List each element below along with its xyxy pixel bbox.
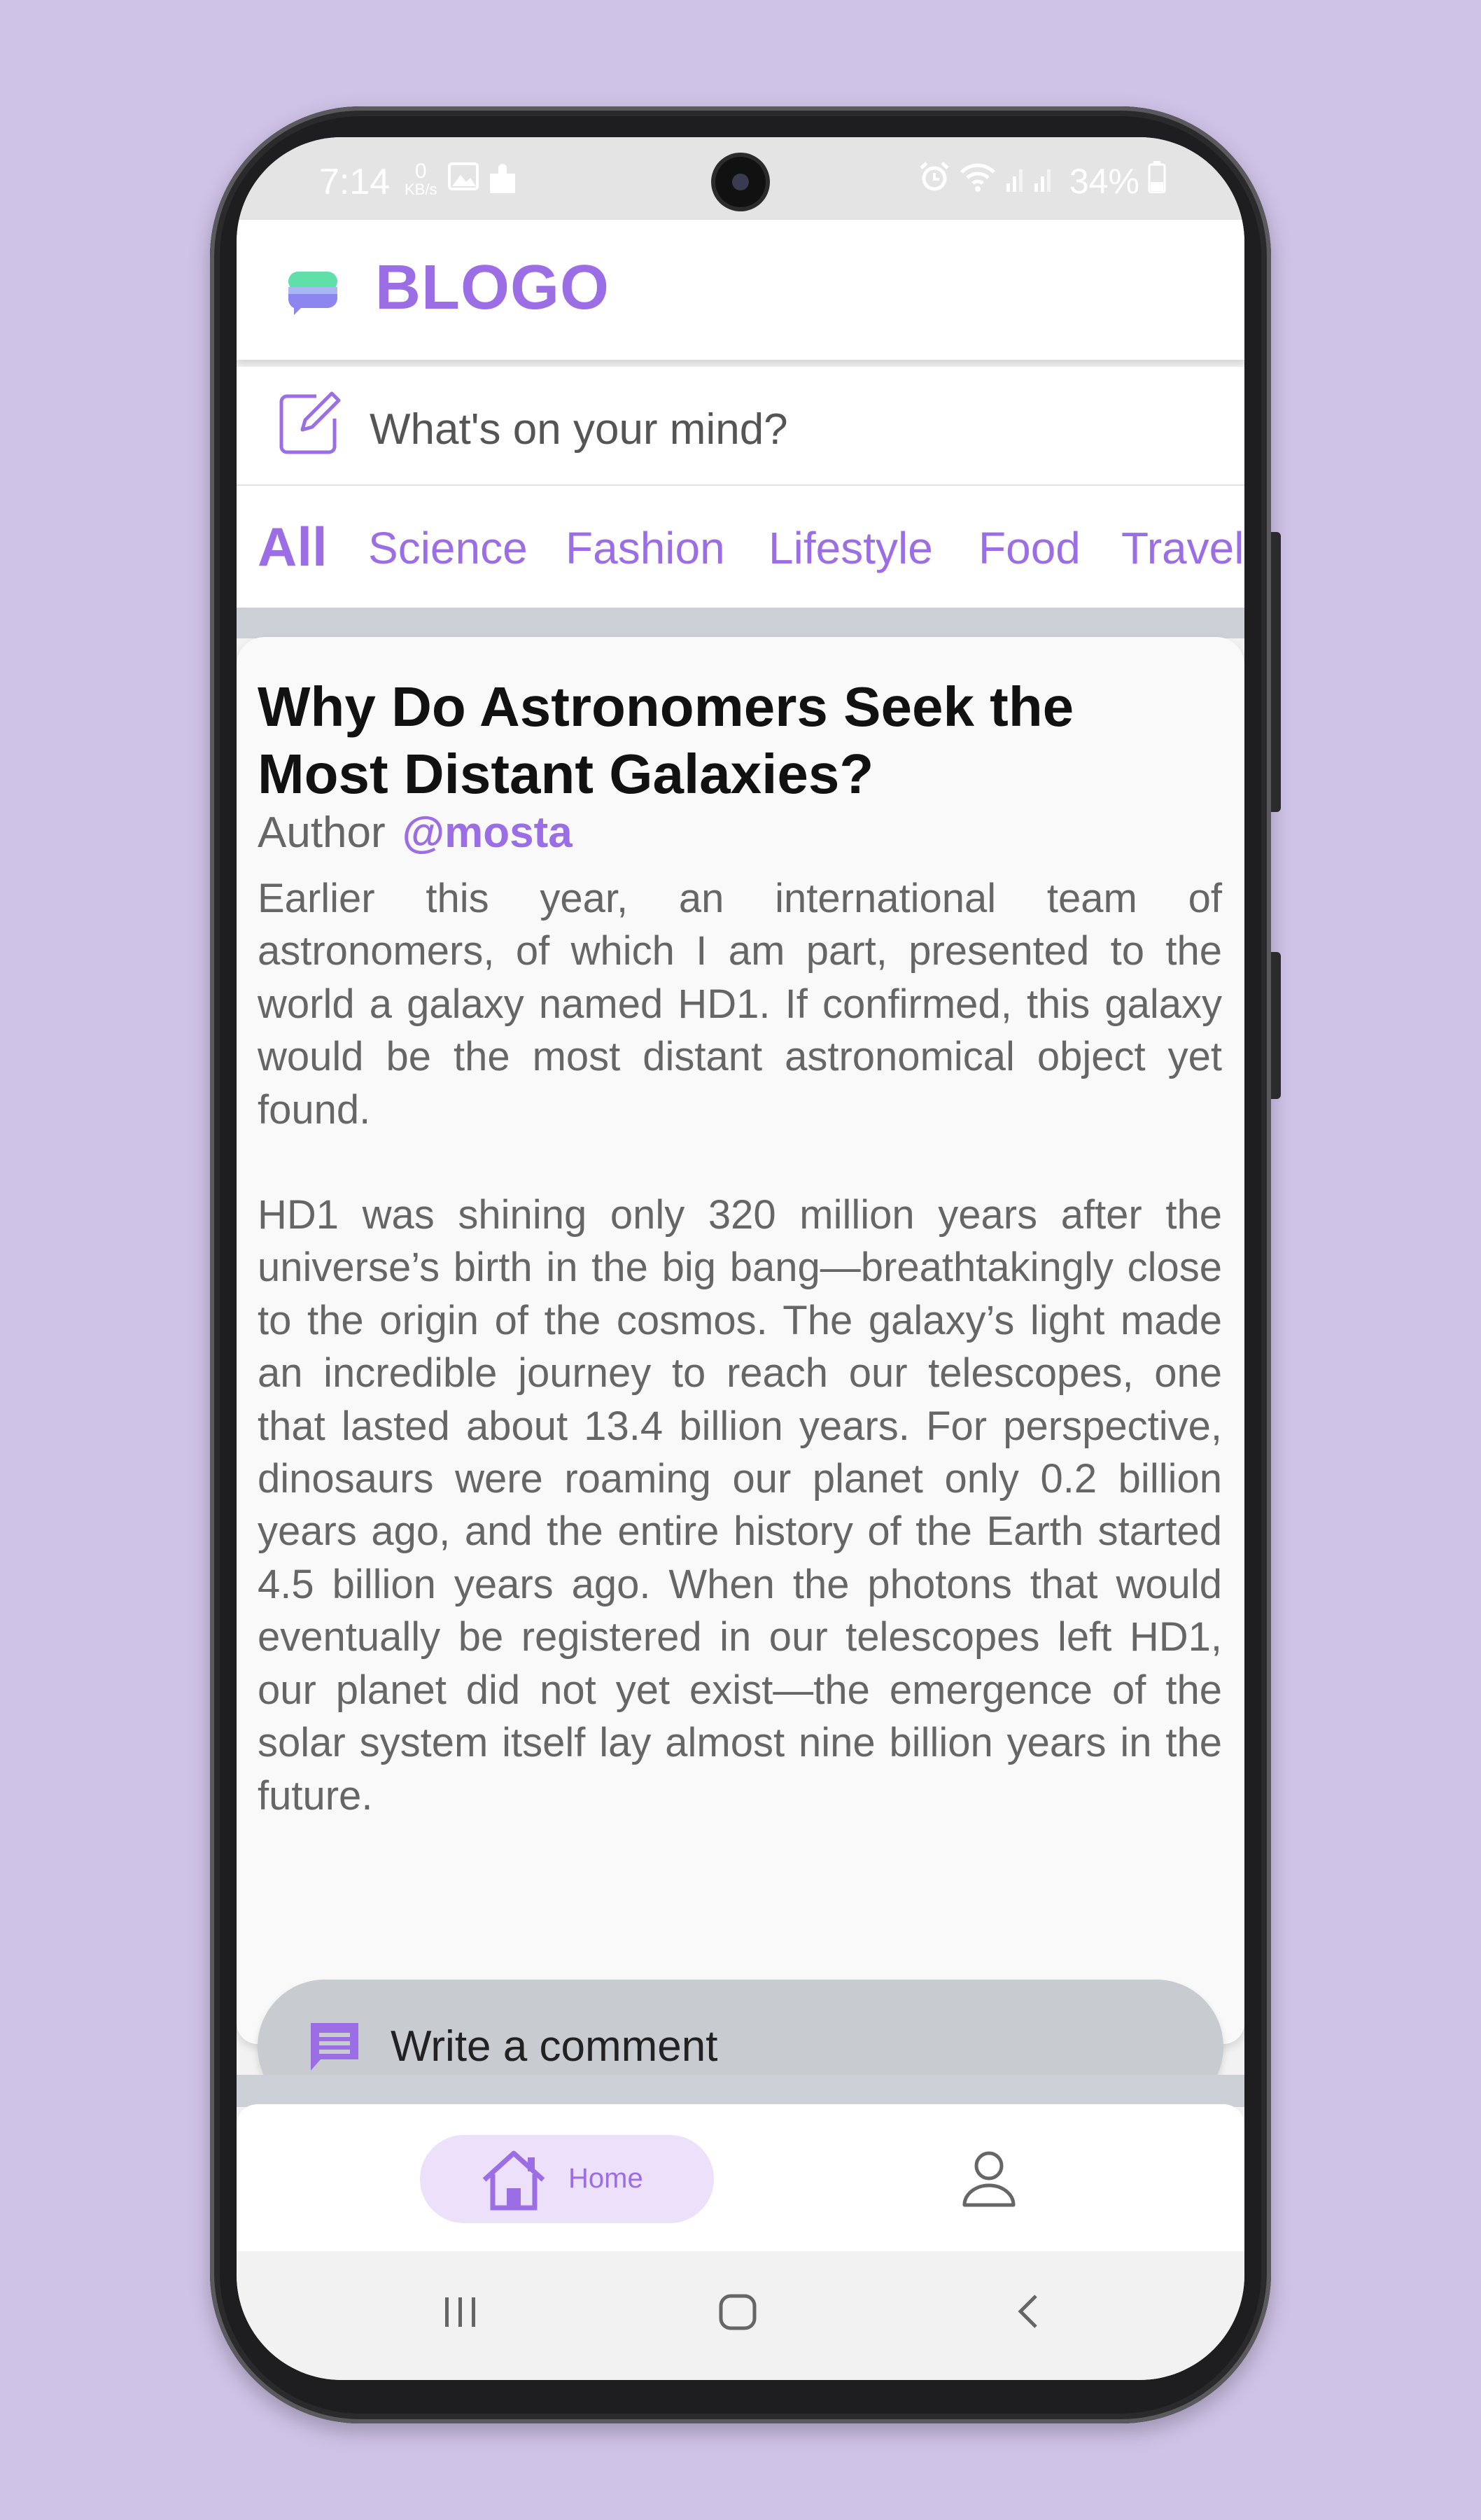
status-right: 34%	[918, 161, 1166, 202]
nav-profile-icon[interactable]	[957, 2146, 1020, 2213]
wifi-icon	[959, 161, 997, 202]
back-icon[interactable]	[1008, 2290, 1050, 2336]
battery-percent: 34%	[1069, 162, 1139, 201]
phone-screen: 7:14 0 KB/s 34% BLOGO What's on your min…	[237, 137, 1244, 2380]
category-tabs: All Science Fashion Lifestyle Food Trave…	[237, 486, 1244, 608]
home-icon	[479, 2148, 549, 2216]
status-time: 7:14	[319, 162, 391, 202]
net-speed-value: 0	[414, 160, 427, 183]
front-camera	[715, 157, 766, 207]
author-handle[interactable]: @mosta	[402, 808, 573, 857]
net-speed-unit: KB/s	[405, 181, 437, 198]
tab-all[interactable]: All	[258, 515, 328, 579]
status-bar: 7:14 0 KB/s 34%	[237, 137, 1244, 220]
tab-food[interactable]: Food	[978, 522, 1081, 574]
tab-science[interactable]: Science	[368, 522, 528, 574]
post-title[interactable]: Why Do Astronomers Seek the Most Distant…	[258, 673, 1216, 808]
alarm-icon	[918, 161, 950, 202]
system-nav-bar	[237, 2261, 1244, 2380]
bottom-nav: Home	[237, 2104, 1244, 2251]
post-paragraph: Earlier this year, an international team…	[258, 876, 1222, 1133]
tab-travel[interactable]: Travel	[1121, 522, 1244, 574]
signal-icon	[1005, 161, 1061, 202]
gallery-icon	[448, 162, 479, 194]
post-paragraph: HD1 was shining only 320 million years a…	[258, 1192, 1222, 1819]
recent-apps-icon[interactable]	[440, 2290, 482, 2336]
divider	[237, 608, 1244, 638]
post-byline: Author @mosta	[258, 808, 573, 858]
write-comment-label: Write a comment	[391, 2022, 718, 2071]
post-card: Why Do Astronomers Seek the Most Distant…	[237, 637, 1244, 2114]
home-button-icon[interactable]	[717, 2290, 759, 2336]
tab-fashion[interactable]: Fashion	[566, 522, 725, 574]
author-label: Author	[258, 808, 386, 857]
brand-title: BLOGO	[375, 253, 610, 323]
app-bar: BLOGO	[237, 220, 1244, 360]
compose-post-bar[interactable]: What's on your mind?	[237, 367, 1244, 486]
nav-home-label: Home	[568, 2163, 643, 2194]
side-button	[1271, 532, 1281, 812]
side-button	[1271, 952, 1281, 1099]
puzzle-icon	[487, 162, 521, 200]
tab-lifestyle[interactable]: Lifestyle	[768, 522, 933, 574]
compose-placeholder: What's on your mind?	[370, 405, 788, 454]
post-body: Earlier this year, an international team…	[258, 872, 1222, 1875]
nav-home[interactable]: Home	[420, 2135, 714, 2223]
edit-icon	[273, 388, 343, 461]
net-speed: 0 KB/s	[405, 161, 437, 197]
comment-icon	[307, 2019, 363, 2078]
battery-icon	[1148, 161, 1166, 202]
chat-logo-icon	[287, 272, 340, 318]
divider	[237, 2075, 1244, 2107]
